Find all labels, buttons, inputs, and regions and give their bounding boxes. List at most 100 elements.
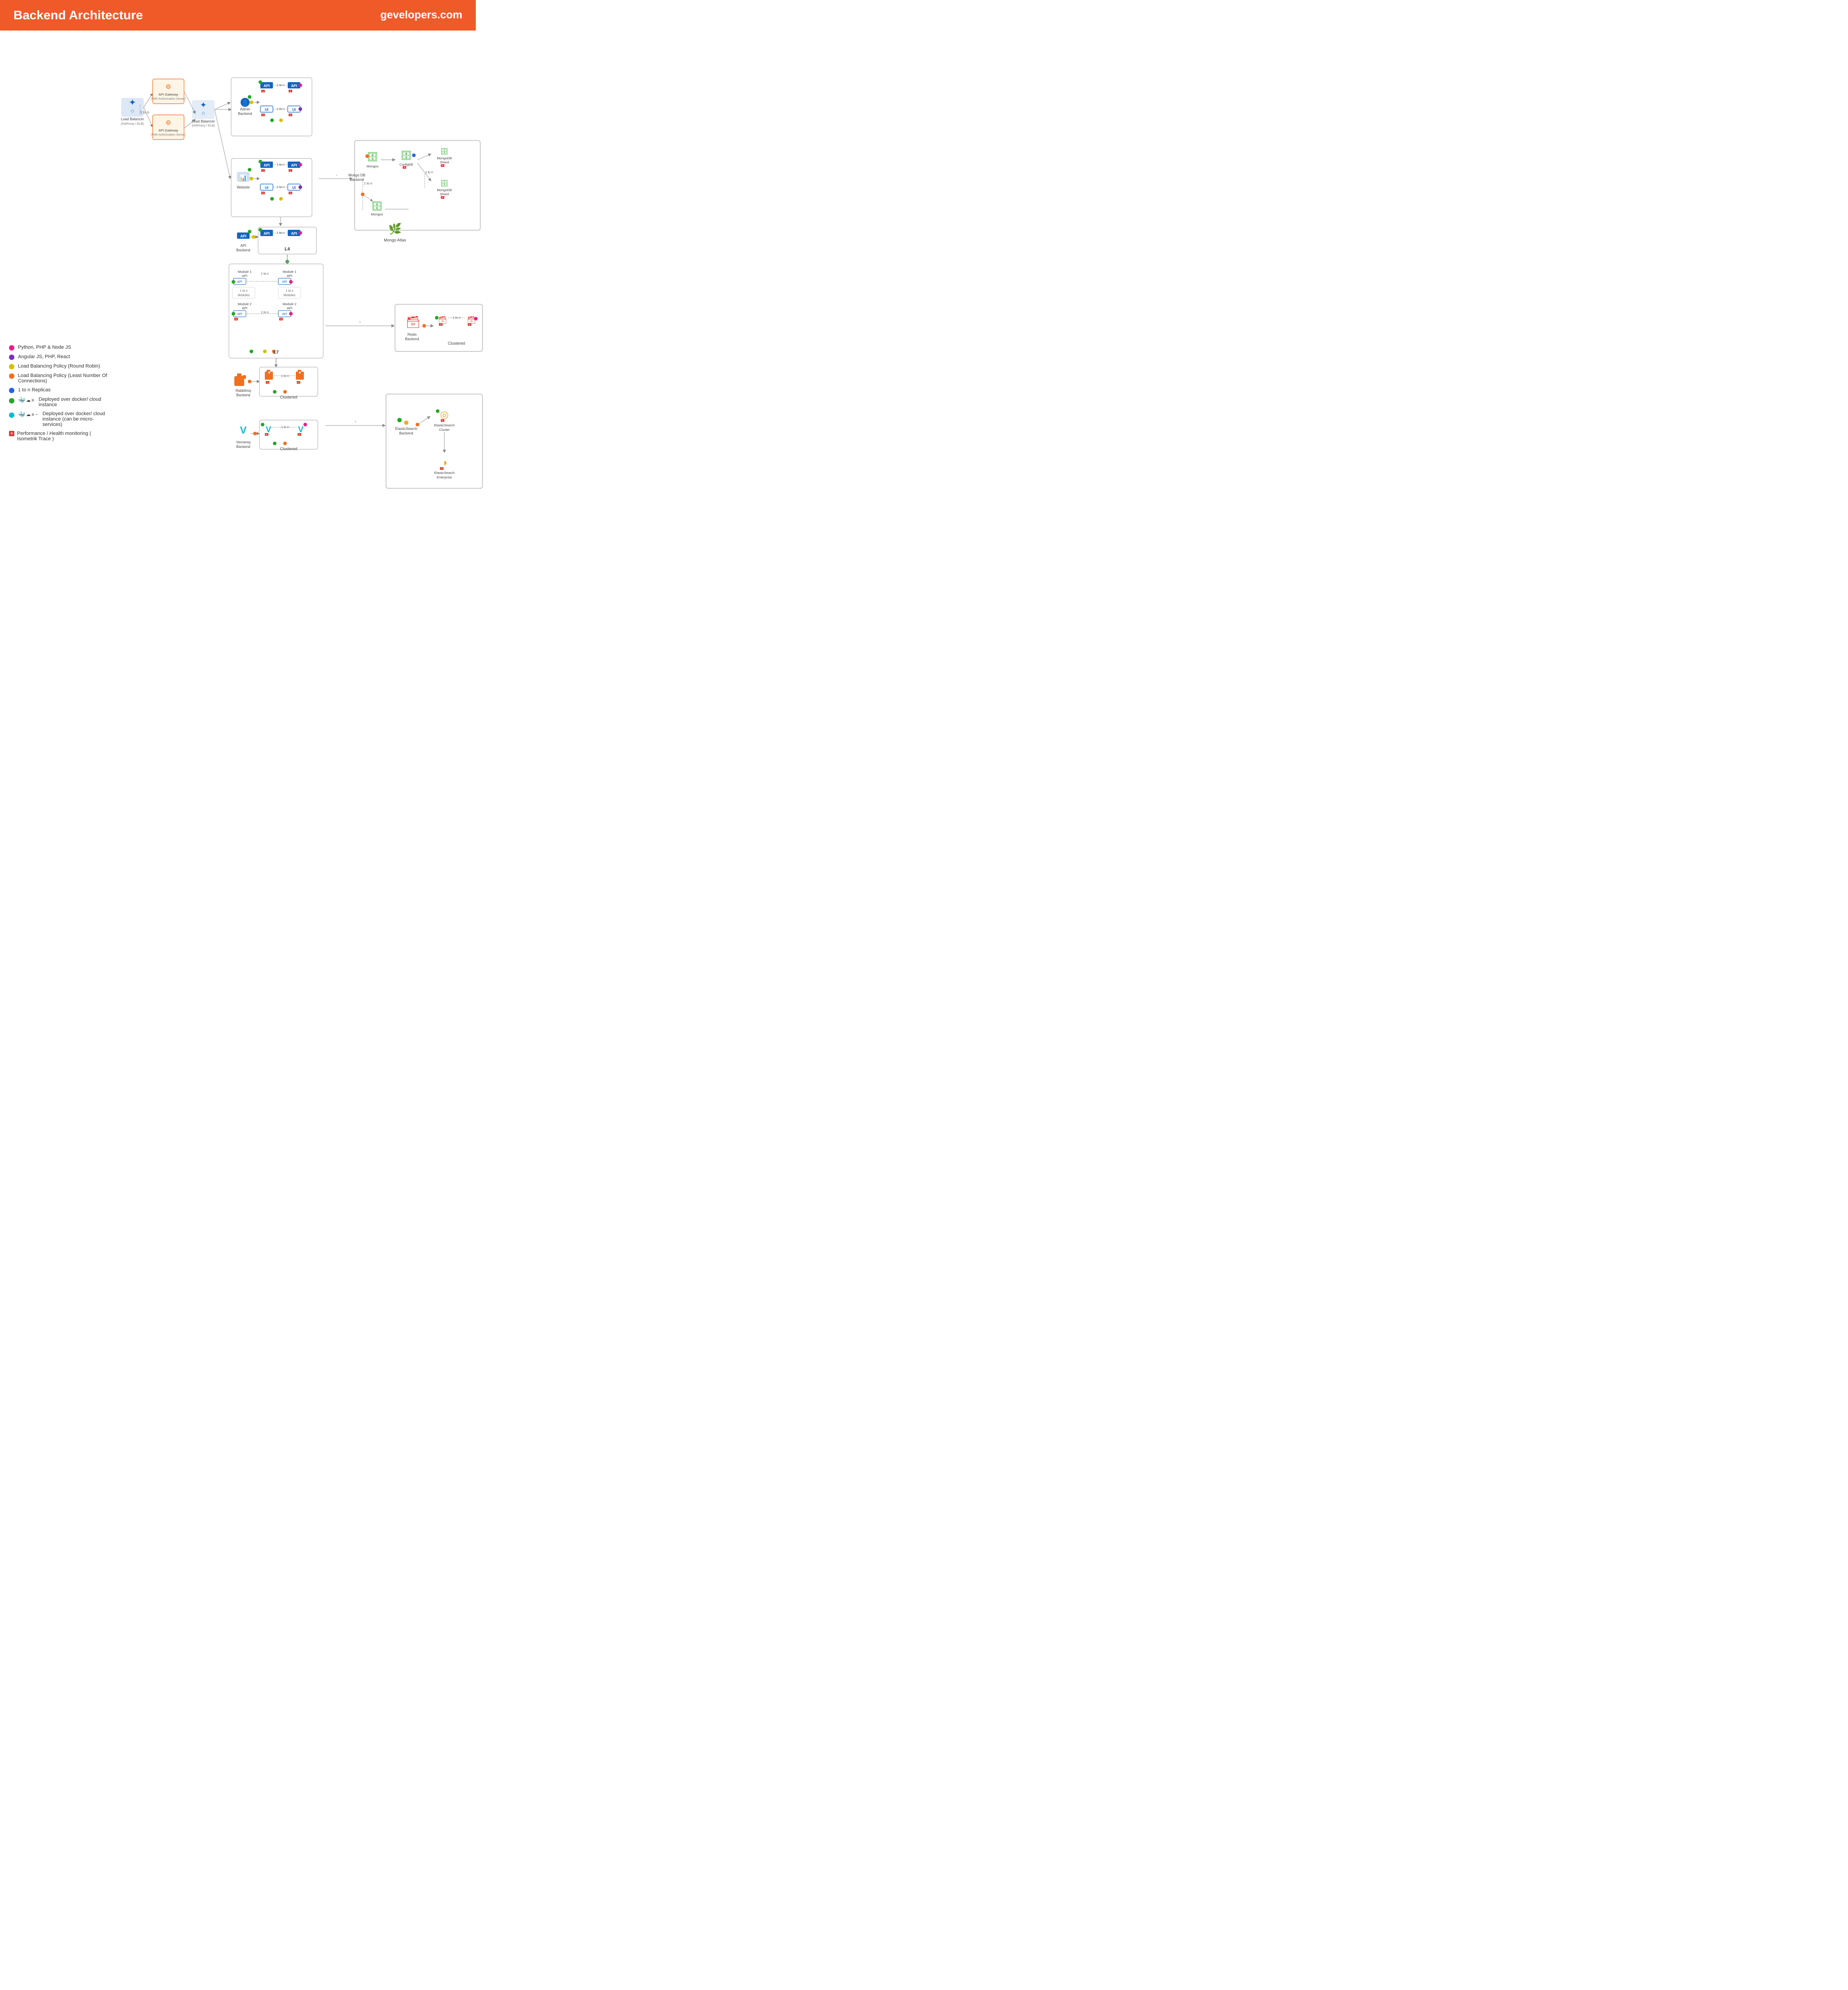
svg-text:Clustered: Clustered [280,395,298,399]
svg-text:Backend: Backend [236,393,250,397]
legend-label-python: Python, PHP & Node JS [18,345,71,350]
svg-text:API Gateway: API Gateway [158,92,178,96]
svg-text:✕: ✕ [440,324,442,326]
svg-text:✕: ✕ [262,192,264,195]
svg-text:✕: ✕ [298,381,299,384]
legend-label-roundrobin: Load Balancing Policy (Round Robin) [18,364,100,369]
svg-text:📊: 📊 [239,174,247,182]
legend-label-docker: Deployed over docker/ cloud instance [39,397,108,408]
svg-text:◑: ◑ [441,457,447,468]
svg-text:MongoDB: MongoDB [437,188,452,192]
svg-text:1 to n: 1 to n [140,110,149,114]
svg-text:✕: ✕ [469,324,470,326]
svg-text:Redis: Redis [408,333,417,337]
svg-text:👤: 👤 [242,100,249,106]
svg-text:Admin: Admin [240,107,250,111]
svg-text:ElasticSearch: ElasticSearch [434,471,455,475]
svg-text:UI: UI [265,186,268,190]
svg-text:✕: ✕ [404,167,405,169]
architecture-diagram: ✦ ⬡ Load Balancer (HAProxy / ELB) 1 to n… [117,39,485,529]
api-gateway-bottom: ⚙ API Gateway (With Authorisation Server… [151,115,186,140]
svg-text:Modules: Modules [238,294,250,297]
svg-text:API: API [282,281,287,284]
legend: Python, PHP & Node JS Angular JS, PHP, R… [9,345,108,445]
svg-text:⚙: ⚙ [166,119,171,126]
svg-text:Cluster: Cluster [439,428,450,432]
svg-text:✕: ✕ [290,170,291,173]
svg-text:UI: UI [292,186,296,190]
svg-text:API: API [242,274,247,278]
api-backend-icon: API API Backend [236,230,251,252]
svg-text:Module 1: Module 1 [283,270,297,274]
svg-text:Backend: Backend [350,178,364,182]
svg-text:✕: ✕ [290,114,291,117]
legend-label-leastconn: Load Balancing Policy (Least Number Of C… [18,373,108,384]
svg-text:✕: ✕ [442,197,443,199]
svg-text:Mongos: Mongos [371,212,383,216]
svg-text:●: ● [403,416,409,428]
header-site: gevelopers.com [380,9,462,22]
svg-text:✕: ✕ [267,381,268,384]
svg-text:UI: UI [265,108,268,112]
website-icon: 📊 Website [237,168,251,189]
svg-text:API: API [263,163,269,167]
svg-text:Backend: Backend [399,431,413,435]
svg-text:API: API [291,163,297,167]
svg-text:Shard: Shard [440,192,449,196]
svg-text:Clustered: Clustered [280,447,298,451]
svg-text:Website: Website [237,185,250,189]
svg-text:✕: ✕ [262,114,264,117]
svg-text:1 to n: 1 to n [261,272,269,276]
svg-text:✕: ✕ [266,434,268,436]
svg-text:✦: ✦ [200,101,206,110]
svg-text:Enterprise: Enterprise [437,475,452,479]
svg-text:(With Authorisation Server): (With Authorisation Server) [151,133,186,136]
legend-label-replicas: 1 to n Replicas [18,387,51,393]
svg-text:🗄: 🗄 [371,202,382,211]
svg-text:✕: ✕ [262,170,264,173]
legend-item-docker: 🐳 ☁ ≡ Deployed over docker/ cloud instan… [9,397,108,408]
svg-text:✕: ✕ [441,468,443,470]
svg-text:UI: UI [292,108,296,112]
svg-text:MongoDB: MongoDB [437,156,452,160]
api-gateway-top: ⚙ API Gateway (With Authorisation Server… [151,79,186,104]
svg-text:Rabbitmq: Rabbitmq [236,389,251,393]
svg-text:API: API [263,232,269,236]
svg-text:⬡: ⬡ [202,111,205,115]
svg-text:✕: ✕ [235,318,237,321]
svg-text:(HAProxy / ELB): (HAProxy / ELB) [192,124,215,127]
legend-label-health: Performance / Health monitoring ( Isomet… [17,431,108,442]
svg-text:Backend: Backend [405,337,419,341]
legend-item-leastconn: Load Balancing Policy (Least Number Of C… [9,373,108,384]
svg-text:›: › [359,319,361,325]
svg-text:✕: ✕ [262,91,264,93]
svg-text:L4: L4 [285,247,290,252]
svg-text:1 to x: 1 to x [285,289,294,293]
svg-text:Backend: Backend [236,445,250,449]
svg-text:V: V [298,425,303,434]
svg-text:✦: ✦ [129,98,136,108]
svg-text:API: API [263,84,269,88]
svg-text:API: API [237,281,242,284]
svg-text:Vernemq: Vernemq [236,440,250,444]
svg-text:API: API [291,84,297,88]
svg-text:API: API [242,306,247,310]
svg-text:1 to n: 1 to n [281,375,289,378]
header: Backend Architecture gevelopers.com [0,0,476,31]
svg-text:🗄: 🗄 [440,180,448,187]
vernemq-backend-icon: V Vernemq Backend [236,425,250,449]
svg-text:ConfigDB: ConfigDB [399,163,413,167]
svg-text:✕: ✕ [442,420,443,422]
svg-text:Mongo Atlas: Mongo Atlas [384,238,406,242]
svg-text:ElasticSearch: ElasticSearch [395,427,417,431]
svg-text:API: API [291,232,297,236]
svg-text:Mongos: Mongos [367,164,379,168]
svg-text:API: API [287,306,292,310]
svg-text:API: API [240,234,246,238]
legend-label-angular: Angular JS, PHP, React [18,354,70,359]
svg-text:API: API [237,313,242,316]
legend-item-health: ✕ Performance / Health monitoring ( Isom… [9,431,108,442]
svg-text:L7: L7 [273,350,279,355]
svg-text:🗃: 🗃 [467,316,476,324]
rabbitmq-backend-icon: Rabbitmq Backend [234,373,251,397]
